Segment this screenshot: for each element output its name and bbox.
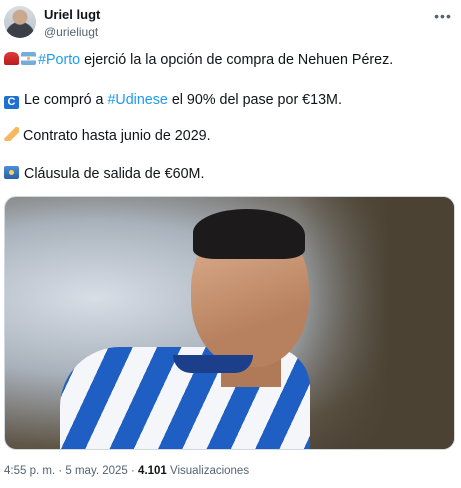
author-names[interactable]: Uriel lugt @urieliugt <box>44 7 100 40</box>
vault-icon <box>4 166 19 179</box>
tweet-date[interactable]: 5 may. 2025 <box>65 465 127 477</box>
views-label[interactable]: Visualizaciones <box>167 465 249 477</box>
argentina-flag-icon <box>21 52 36 65</box>
tweet-header: Uriel lugt @urieliugt ••• <box>4 6 453 42</box>
tweet-line-3-text: Contrato hasta junio de 2029. <box>23 128 211 144</box>
hashtag-udinese[interactable]: #Udinese <box>107 92 167 108</box>
tweet-line-2-pre: Le compró a <box>24 92 108 108</box>
meta-separator: · <box>55 465 66 477</box>
tweet-line-3: Contrato hasta junio de 2029. <box>4 126 211 146</box>
author-display-name[interactable]: Uriel lugt <box>44 7 100 23</box>
photo-hair <box>193 209 305 259</box>
tweet-meta: 4:55 p. m. · 5 may. 2025 · 4.101 Visuali… <box>4 465 249 477</box>
tweet-line-4-text: Cláusula de salida de €60M. <box>24 166 205 182</box>
photo-collar <box>173 355 253 373</box>
writing-hand-icon <box>4 127 19 141</box>
tweet-photo[interactable] <box>4 196 455 450</box>
c-symbol-icon: C <box>4 96 19 109</box>
hashtag-porto[interactable]: #Porto <box>38 52 80 68</box>
tweet-line-2-post: el 90% del pase por €13M. <box>167 92 342 108</box>
avatar[interactable] <box>4 6 36 38</box>
meta-separator-2: · <box>127 465 139 477</box>
author-handle[interactable]: @urieliugt <box>44 24 100 40</box>
police-light-icon <box>4 52 19 65</box>
photo-background <box>294 197 454 449</box>
tweet: Uriel lugt @urieliugt ••• #Porto ejerció… <box>0 0 461 488</box>
tweet-time[interactable]: 4:55 p. m. <box>4 465 55 477</box>
view-count: 4.101 <box>138 465 167 477</box>
tweet-line-1-text: ejerció la la opción de compra de Nehuen… <box>80 52 394 68</box>
tweet-line-2: C Le compró a #Udinese el 90% del pase po… <box>4 90 342 110</box>
more-options-icon[interactable]: ••• <box>433 8 453 24</box>
tweet-line-1: #Porto ejerció la la opción de compra de… <box>4 50 393 70</box>
tweet-line-4: Cláusula de salida de €60M. <box>4 164 204 184</box>
